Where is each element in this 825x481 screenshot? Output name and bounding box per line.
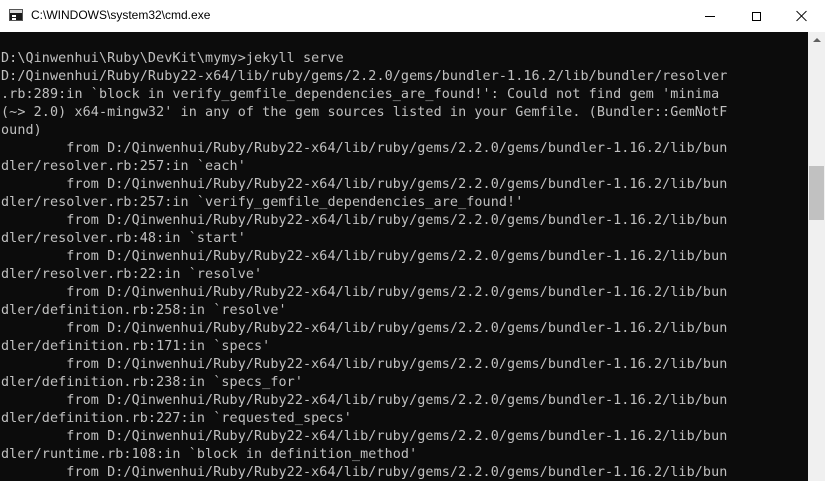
scroll-up-arrow-icon[interactable] [808, 32, 825, 49]
console-line: from D:/Qinwenhui/Ruby/Ruby22-x64/lib/ru… [1, 429, 728, 444]
title-bar[interactable]: C:\WINDOWS\system32\cmd.exe [0, 0, 825, 32]
console-line: dler/definition.rb:171:in `specs' [1, 339, 271, 354]
console-line: from D:/Qinwenhui/Ruby/Ruby22-x64/lib/ru… [1, 177, 728, 192]
console-line: dler/resolver.rb:22:in `resolve' [1, 267, 263, 282]
console-line: dler/definition.rb:227:in `requested_spe… [1, 411, 352, 426]
cmd-window: C:\WINDOWS\system32\cmd.exe D:\Qinwenhui… [0, 0, 825, 481]
console-line: from D:/Qinwenhui/Ruby/Ruby22-x64/lib/ru… [1, 465, 728, 480]
console-line: dler/definition.rb:238:in `specs_for' [1, 375, 303, 390]
console-line: ound) [1, 123, 42, 138]
console-line: from D:/Qinwenhui/Ruby/Ruby22-x64/lib/ru… [1, 141, 728, 156]
maximize-button[interactable] [733, 0, 779, 32]
console-line: dler/definition.rb:258:in `resolve' [1, 303, 287, 318]
console-line: (~> 2.0) x64-mingw32' in any of the gem … [1, 105, 728, 120]
maximize-icon [751, 11, 761, 21]
minimize-icon [705, 15, 715, 17]
console-line: dler/resolver.rb:257:in `each' [1, 159, 246, 174]
console-line: from D:/Qinwenhui/Ruby/Ruby22-x64/lib/ru… [1, 357, 728, 372]
console-line: dler/resolver.rb:257:in `verify_gemfile_… [1, 195, 524, 210]
console-line: D:\Qinwenhui\Ruby\DevKit\mymy>jekyll ser… [1, 51, 344, 66]
console-line: dler/runtime.rb:108:in `block in definit… [1, 447, 418, 462]
window-title: C:\WINDOWS\system32\cmd.exe [31, 8, 211, 22]
close-button[interactable] [779, 0, 825, 32]
console-line: dler/resolver.rb:48:in `start' [1, 231, 246, 246]
console-line: D:/Qinwenhui/Ruby/Ruby22-x64/lib/ruby/ge… [1, 69, 728, 84]
console-line: from D:/Qinwenhui/Ruby/Ruby22-x64/lib/ru… [1, 213, 728, 228]
console-line: from D:/Qinwenhui/Ruby/Ruby22-x64/lib/ru… [1, 321, 728, 336]
vertical-scrollbar[interactable] [808, 32, 825, 481]
console-line: from D:/Qinwenhui/Ruby/Ruby22-x64/lib/ru… [1, 285, 728, 300]
console-output[interactable]: D:\Qinwenhui\Ruby\DevKit\mymy>jekyll ser… [0, 32, 808, 481]
cmd-console-icon[interactable] [9, 9, 23, 21]
close-icon [796, 10, 808, 22]
console-line: .rb:289:in `block in verify_gemfile_depe… [1, 87, 720, 102]
minimize-button[interactable] [687, 0, 733, 32]
console-line: from D:/Qinwenhui/Ruby/Ruby22-x64/lib/ru… [1, 249, 728, 264]
console-line: from D:/Qinwenhui/Ruby/Ruby22-x64/lib/ru… [1, 393, 728, 408]
scrollbar-thumb[interactable] [809, 166, 824, 220]
